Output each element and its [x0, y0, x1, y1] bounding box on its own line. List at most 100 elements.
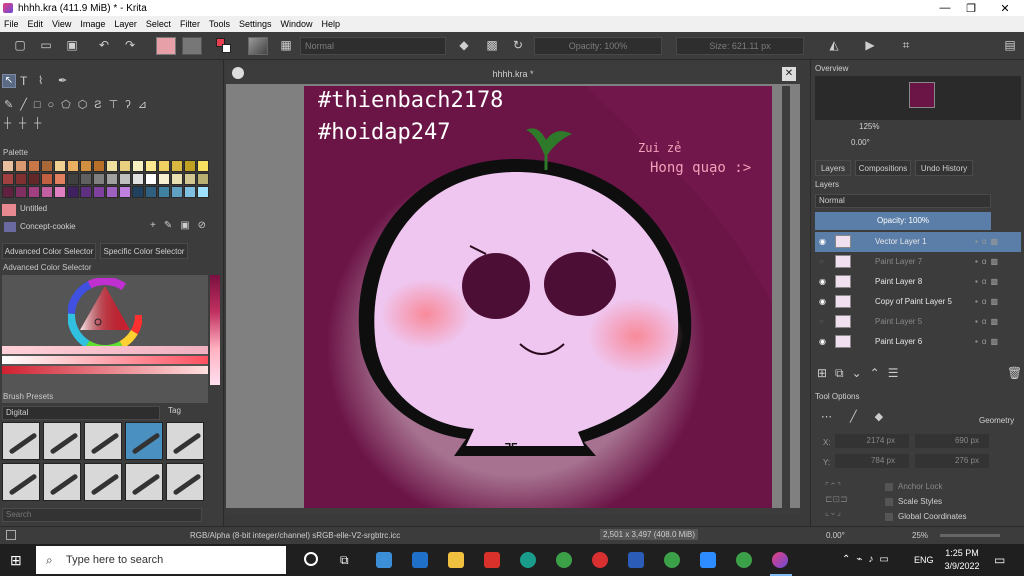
- palette-swatch[interactable]: [80, 160, 92, 172]
- palette-swatch[interactable]: [184, 173, 196, 185]
- palette-swatch[interactable]: [54, 173, 66, 185]
- palette-swatch[interactable]: [106, 186, 118, 198]
- width-field[interactable]: 690 px: [915, 434, 989, 448]
- scale-styles-checkbox[interactable]: [885, 498, 893, 506]
- open-folder-icon[interactable]: ▭: [38, 37, 54, 53]
- palette-swatch[interactable]: [106, 173, 118, 185]
- menu-window[interactable]: Window: [280, 19, 312, 29]
- palette-actions[interactable]: +✎▣⊘: [150, 220, 214, 231]
- select-tool-icon[interactable]: ↖: [2, 74, 16, 88]
- palette-swatch[interactable]: [132, 160, 144, 172]
- eye-icon[interactable]: ◉: [819, 332, 826, 352]
- system-tray-icons[interactable]: ⌃⌁♪▭: [842, 554, 895, 565]
- edge-icon[interactable]: [520, 552, 536, 568]
- menu-help[interactable]: Help: [322, 19, 341, 29]
- palette-swatch[interactable]: [145, 186, 157, 198]
- layer-actions[interactable]: ⊞⧉⌄⌃☰: [817, 366, 907, 381]
- chrome-icon[interactable]: [556, 552, 572, 568]
- palette-swatch[interactable]: [54, 160, 66, 172]
- layer-lock-alpha-icons[interactable]: ▪α▩: [975, 312, 1002, 332]
- x-position-field[interactable]: 2174 px: [835, 434, 909, 448]
- palette-swatch[interactable]: [41, 186, 53, 198]
- palette-swatch[interactable]: [15, 173, 27, 185]
- palette-grid[interactable]: [2, 160, 210, 200]
- brush-search-input[interactable]: Search: [2, 508, 202, 522]
- palette-swatch[interactable]: [41, 160, 53, 172]
- brush-preset-item[interactable]: [125, 422, 163, 460]
- palette-swatch[interactable]: [171, 160, 183, 172]
- layer-opacity-slider[interactable]: Opacity: 100%: [815, 212, 991, 230]
- menu-edit[interactable]: Edit: [28, 19, 44, 29]
- notification-icon[interactable]: ▭: [994, 553, 1005, 567]
- palette-swatch[interactable]: [197, 186, 209, 198]
- tab-specific-color-selector[interactable]: Specific Color Selector: [100, 243, 188, 259]
- eraser-icon[interactable]: ◆: [456, 37, 472, 53]
- windows-start-icon[interactable]: ⊞: [10, 553, 24, 567]
- brush-preset-item[interactable]: [166, 422, 204, 460]
- opacity-slider[interactable]: Opacity: 100%: [534, 37, 662, 55]
- height-field[interactable]: 276 px: [915, 454, 989, 468]
- palette-swatch[interactable]: [54, 186, 66, 198]
- palette-swatch[interactable]: [67, 186, 79, 198]
- layer-lock-alpha-icons[interactable]: ▪α▩: [975, 272, 1002, 292]
- palette-swatch[interactable]: [93, 173, 105, 185]
- new-document-icon[interactable]: ▢: [12, 37, 28, 53]
- palette-swatch[interactable]: [171, 186, 183, 198]
- palette-swatch[interactable]: [145, 173, 157, 185]
- mail-icon[interactable]: [412, 552, 428, 568]
- wrap-around-icon[interactable]: ⌗: [898, 37, 914, 53]
- palette-swatch[interactable]: [119, 186, 131, 198]
- undo-icon[interactable]: ↶: [96, 37, 112, 53]
- anchor-lock-checkbox[interactable]: [885, 483, 893, 491]
- palette-swatch[interactable]: [15, 186, 27, 198]
- overview-panel[interactable]: [815, 76, 1021, 120]
- fill-gradient-swatch[interactable]: [156, 37, 176, 55]
- palette-swatch[interactable]: [80, 186, 92, 198]
- palette-swatch[interactable]: [28, 160, 40, 172]
- document-tab[interactable]: hhhh.kra * ✕: [226, 64, 800, 84]
- palette-set-name[interactable]: Concept-cookie: [20, 222, 76, 231]
- cortana-icon[interactable]: [304, 552, 318, 566]
- palette-swatch[interactable]: [158, 173, 170, 185]
- grid-options-icon[interactable]: ▦: [278, 37, 294, 53]
- palette-swatch[interactable]: [171, 173, 183, 185]
- palette-swatch[interactable]: [132, 173, 144, 185]
- clock-date[interactable]: 3/9/2022: [938, 561, 986, 571]
- brush-preset-item[interactable]: [2, 463, 40, 501]
- palette-swatch[interactable]: [145, 160, 157, 172]
- brush-preset-item[interactable]: [43, 422, 81, 460]
- palette-swatch[interactable]: [184, 186, 196, 198]
- zoom-app-icon[interactable]: [700, 552, 716, 568]
- brush-filter-select[interactable]: Digital: [2, 406, 160, 420]
- palette-swatch[interactable]: [15, 160, 27, 172]
- palette-swatch[interactable]: [132, 186, 144, 198]
- chrome-profile-icon[interactable]: [592, 552, 608, 568]
- color-slider-1[interactable]: [2, 346, 208, 354]
- layer-row[interactable]: ◉ Copy of Paint Layer 5 ▪α▩: [815, 292, 1021, 312]
- palette-swatch[interactable]: [119, 173, 131, 185]
- layer-lock-alpha-icons[interactable]: ▪α▩: [975, 332, 1002, 352]
- mirror-horizontal-icon[interactable]: ◭: [826, 37, 842, 53]
- blend-mode-select[interactable]: Normal: [300, 37, 446, 55]
- krita-taskbar-icon[interactable]: [772, 552, 788, 568]
- size-slider[interactable]: Size: 621.11 px: [676, 37, 804, 55]
- menu-image[interactable]: Image: [80, 19, 105, 29]
- eye-icon[interactable]: ◉: [819, 292, 826, 312]
- brush-preset-item[interactable]: [43, 463, 81, 501]
- menu-filter[interactable]: Filter: [180, 19, 200, 29]
- palette-swatch[interactable]: [119, 160, 131, 172]
- layer-list[interactable]: ◉ Vector Layer 1 ▪α▩ ○ Paint Layer 7 ▪α▩ ◉ Pain…: [811, 232, 1024, 362]
- palette-swatch[interactable]: [2, 173, 14, 185]
- palette-swatch[interactable]: [28, 186, 40, 198]
- horizontal-scrollbar[interactable]: [226, 508, 800, 514]
- eye-hidden-icon[interactable]: ○: [819, 312, 824, 332]
- image-dimensions[interactable]: 2,501 x 3,497 (408.0 MiB): [600, 529, 699, 540]
- color-slider-3[interactable]: [2, 366, 208, 374]
- brush-preset-grid[interactable]: [2, 422, 206, 506]
- background-color-icon[interactable]: [222, 44, 231, 53]
- layer-row[interactable]: ◉ Vector Layer 1 ▪α▩: [815, 232, 1021, 252]
- layer-row[interactable]: ◉ Paint Layer 8 ▪α▩: [815, 272, 1021, 292]
- eye-icon[interactable]: ◉: [819, 232, 826, 252]
- brush-tag-select[interactable]: Tag: [168, 406, 181, 415]
- palette-swatch[interactable]: [197, 160, 209, 172]
